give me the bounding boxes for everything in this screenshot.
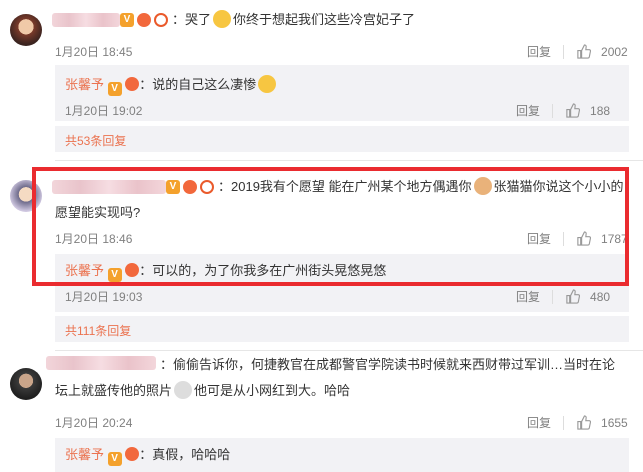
- like-count: 1655: [601, 415, 628, 430]
- v-badge-icon: V: [107, 82, 122, 96]
- comment-time: 1月20日 20:24: [55, 416, 133, 430]
- reply-box: 张馨予 V ：说的自己这么凄惨 1月20日 19:02 回复 188: [55, 65, 629, 121]
- panda-emoji-icon: [174, 381, 193, 399]
- more-replies-link[interactable]: 共111条回复: [65, 322, 131, 339]
- reply-button[interactable]: 回复: [527, 43, 551, 60]
- more-replies-box: 共53条回复: [55, 126, 629, 152]
- reply-button[interactable]: 回复: [516, 102, 540, 119]
- reply-username[interactable]: 张馨予: [65, 447, 104, 462]
- highlight-box: [32, 167, 629, 286]
- comment-1: V ：哭了 你终于想起我们这些冷宫妃子了 1月20日 18:45 回复 2002 …: [0, 0, 643, 152]
- reply-actions: 回复 480: [516, 288, 610, 305]
- crying-emoji-icon: [213, 10, 232, 28]
- smile-emoji-icon: [258, 75, 277, 93]
- user-badges: V: [120, 13, 168, 27]
- thumbs-up-icon[interactable]: [565, 289, 581, 304]
- crown-badge-icon: [125, 77, 140, 91]
- reply-button[interactable]: 回复: [527, 414, 551, 431]
- thumbs-up-icon[interactable]: [576, 415, 592, 430]
- more-replies-link[interactable]: 共53条回复: [65, 132, 126, 149]
- comment-time: 1月20日 18:45: [55, 45, 133, 59]
- like-count: 480: [590, 289, 611, 304]
- avatar[interactable]: [10, 14, 42, 46]
- like-count: 188: [590, 103, 611, 118]
- username-blurred[interactable]: [46, 356, 156, 370]
- username-blurred[interactable]: [52, 13, 120, 27]
- reply-username[interactable]: 张馨予: [65, 77, 104, 92]
- crown-badge-icon: [137, 13, 151, 27]
- reply-time: 1月20日 19:03: [65, 290, 143, 304]
- avatar[interactable]: [10, 368, 42, 400]
- like-count: 2002: [601, 44, 628, 59]
- reply-text: 张馨予 V ：说的自己这么凄惨: [65, 72, 278, 98]
- reply-button[interactable]: 回复: [516, 288, 540, 305]
- thumbs-up-icon[interactable]: [576, 44, 592, 59]
- reply-box: 张馨予 V ：真假，哈哈哈: [55, 438, 629, 472]
- comment-actions: 回复 1655: [527, 414, 628, 431]
- ring-badge-icon: [154, 13, 168, 27]
- comment-text-line2: 坛上就盛传他的照片 他可是从小网红到大。哈哈: [55, 381, 351, 399]
- crown-badge-icon: [125, 447, 140, 461]
- reply-actions: 回复 188: [516, 102, 610, 119]
- v-badge-icon: V: [107, 452, 122, 466]
- more-replies-box: 共111条回复: [55, 316, 629, 342]
- comment-actions: 回复 2002: [527, 43, 628, 60]
- comment-text: ：偷偷告诉你，何捷教官在成都警官学院读书时候就来西财带过军训…当时在论: [160, 357, 616, 372]
- thumbs-up-icon[interactable]: [565, 103, 581, 118]
- comment-3: ：偷偷告诉你，何捷教官在成都警官学院读书时候就来西财带过军训…当时在论 坛上就盛…: [0, 350, 643, 472]
- v-badge-icon: V: [120, 13, 134, 27]
- reply-text: 张馨予 V ：真假，哈哈哈: [65, 447, 231, 466]
- reply-time: 1月20日 19:02: [65, 104, 143, 118]
- comment-text: ：哭了 你终于想起我们这些冷宫妃子了: [172, 10, 416, 28]
